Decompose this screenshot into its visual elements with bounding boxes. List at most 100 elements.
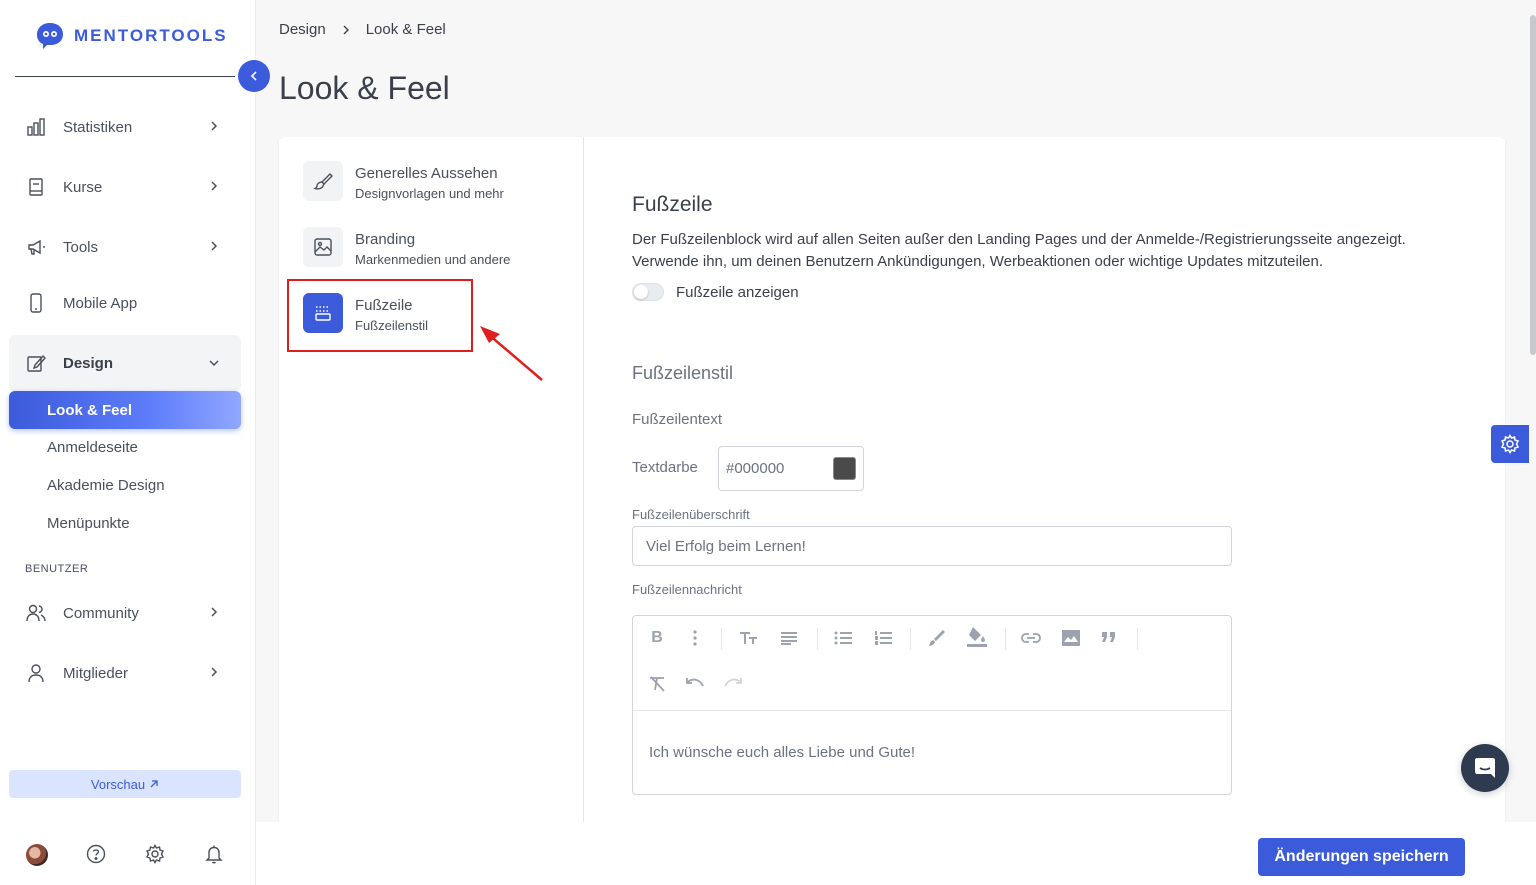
toolbar-separator [1005, 628, 1006, 650]
sidebar-item-label: Tools [63, 238, 99, 256]
chevron-right-icon [211, 607, 218, 617]
subnav-branding[interactable]: Branding Markenmedien und andere [303, 227, 510, 267]
link-icon[interactable] [1021, 628, 1041, 648]
gear-icon[interactable] [145, 844, 165, 864]
color-value: #000000 [726, 460, 785, 477]
clear-format-icon[interactable] [647, 674, 667, 694]
help-icon[interactable] [86, 844, 106, 864]
user-icon [25, 662, 47, 684]
chevron-left-icon [250, 71, 257, 81]
sidebar-item-design[interactable]: Design [9, 335, 241, 391]
toolbar-separator [1137, 628, 1138, 650]
description-line: Verwende ihn, um deinen Benutzern Ankünd… [632, 253, 1324, 270]
font-size-icon[interactable] [739, 628, 759, 648]
footer-toggle[interactable] [632, 283, 664, 301]
style-title: Fußzeilenstil [632, 363, 734, 383]
bell-icon[interactable] [204, 844, 224, 864]
chevron-right-icon [211, 181, 218, 191]
edit-icon [25, 352, 47, 374]
users-icon [25, 602, 47, 624]
message-editor: B Ich wünsche euch alles Liebe und Gute! [632, 615, 1232, 795]
phone-icon [25, 292, 47, 314]
section-title: Fußzeile [632, 193, 713, 216]
logo[interactable]: MENTORTOOLS [34, 20, 228, 52]
toolbar-separator [817, 628, 818, 650]
chevron-right-icon [211, 667, 218, 677]
subnav-desc: Designvorlagen und mehr [355, 186, 504, 201]
description-line: Der Fußzeilenblock wird auf allen Seiten… [632, 231, 1406, 248]
megaphone-icon [25, 236, 47, 258]
sidebar-item-community[interactable]: Community [9, 590, 241, 636]
numbered-list-icon[interactable] [873, 628, 893, 648]
sidebar-item-label: Design [63, 354, 114, 372]
color-input[interactable]: #000000 [718, 446, 864, 491]
sidebar-subitem-akademie-design[interactable]: Akademie Design [9, 466, 241, 504]
message-label: Fußzeilennachricht [632, 582, 742, 597]
undo-icon[interactable] [685, 674, 705, 694]
breadcrumb-parent[interactable]: Design [279, 21, 326, 38]
redo-icon[interactable] [723, 674, 743, 694]
sidebar-subitem-anmeldeseite[interactable]: Anmeldeseite [9, 428, 241, 466]
collapse-sidebar-button[interactable] [238, 60, 270, 92]
avatar[interactable] [26, 844, 48, 866]
logo-text: MENTORTOOLS [74, 26, 228, 45]
save-button[interactable]: Änderungen speichern [1258, 838, 1465, 876]
bold-icon[interactable]: B [647, 628, 667, 648]
sidebar-subitem-look-feel[interactable]: Look & Feel [9, 391, 241, 429]
subnav-title: Branding [355, 231, 416, 248]
breadcrumb-current: Look & Feel [365, 21, 446, 38]
chevron-right-icon [343, 25, 349, 34]
bar-chart-icon [25, 116, 47, 138]
quote-icon[interactable] [1099, 628, 1119, 648]
sidebar-item-tools[interactable]: Tools [9, 224, 241, 270]
color-label: Textdarbe [632, 459, 698, 476]
preview-label: Vorschau [90, 776, 146, 792]
preview-button[interactable]: Vorschau [9, 770, 241, 798]
subnav-generelles-aussehen[interactable]: Generelles Aussehen Designvorlagen und m… [303, 161, 504, 201]
settings-card: Generelles Aussehen Designvorlagen und m… [279, 137, 1505, 827]
settings-float-button[interactable] [1491, 425, 1529, 463]
sidebar-item-kurse[interactable]: Kurse [9, 164, 241, 210]
page-title: Look & Feel [279, 70, 450, 106]
sidebar-footer [0, 840, 256, 872]
annotation-arrow-icon [480, 326, 543, 381]
chat-icon [1475, 758, 1495, 778]
external-link-icon [150, 780, 158, 788]
sidebar: MENTORTOOLS Statistiken Kurse Tools Mobi… [0, 0, 256, 885]
heading-label: Fußzeilenüberschrift [632, 507, 750, 522]
scrollbar[interactable] [1530, 15, 1536, 355]
brush-icon [303, 161, 343, 201]
chevron-down-icon [209, 360, 219, 367]
sidebar-item-label: Statistiken [63, 118, 133, 136]
sidebar-subitem-menuepunkte[interactable]: Menüpunkte [9, 504, 241, 542]
subnav-desc: Markenmedien und andere [355, 252, 511, 267]
gear-icon [1500, 434, 1520, 454]
toggle-label: Fußzeile anzeigen [676, 283, 799, 301]
chevron-right-icon [211, 241, 218, 251]
chat-button[interactable] [1461, 744, 1509, 792]
sidebar-item-mobile-app[interactable]: Mobile App [9, 280, 241, 326]
fill-color-icon[interactable] [967, 626, 987, 647]
chevron-right-icon [211, 121, 218, 131]
logo-divider [15, 76, 235, 77]
sidebar-item-label: Mobile App [63, 294, 138, 312]
book-icon [25, 176, 47, 198]
more-vertical-icon[interactable] [685, 628, 705, 648]
align-icon[interactable] [779, 628, 799, 648]
footer-text-label: Fußzeilentext [632, 411, 723, 428]
sidebar-item-label: Mitglieder [63, 664, 129, 682]
text-color-icon[interactable] [927, 628, 947, 648]
image-icon [303, 227, 343, 267]
heading-input[interactable]: Viel Erfolg beim Lernen! [632, 526, 1232, 566]
sidebar-item-statistiken[interactable]: Statistiken [9, 104, 241, 150]
toolbar-separator [910, 628, 911, 650]
editor-toolbar: B [633, 616, 1231, 711]
highlight-box [287, 279, 473, 352]
color-swatch[interactable] [833, 457, 856, 480]
sidebar-item-label: Kurse [63, 178, 103, 196]
bullet-list-icon[interactable] [833, 628, 853, 648]
image-icon[interactable] [1061, 628, 1081, 648]
breadcrumb: Design Look & Feel [279, 21, 446, 38]
message-editor-body[interactable]: Ich wünsche euch alles Liebe und Gute! [633, 711, 1231, 794]
sidebar-item-mitglieder[interactable]: Mitglieder [9, 650, 241, 696]
